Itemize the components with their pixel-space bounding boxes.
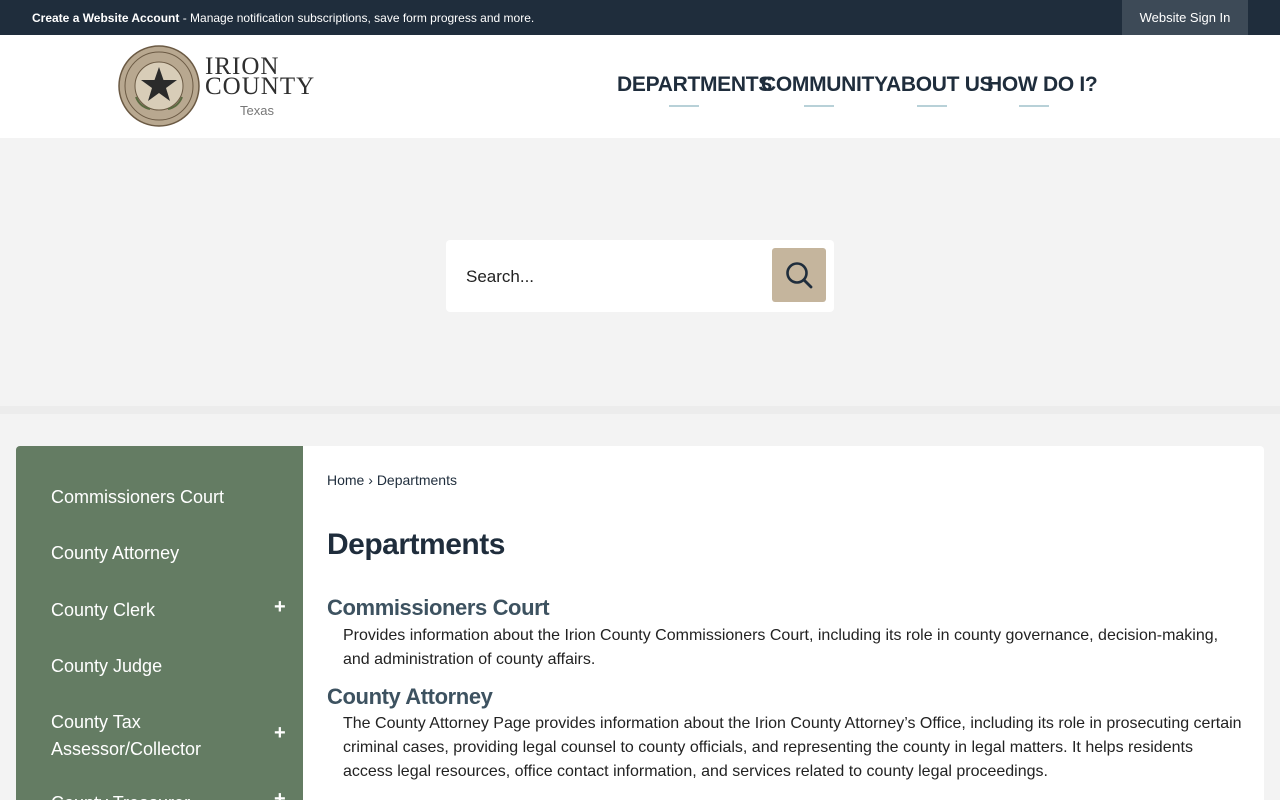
nav-community[interactable]: COMMUNITY — [761, 73, 888, 97]
department-description-county-attorney: The County Attorney Page provides inform… — [343, 715, 1242, 780]
nav-about-us[interactable]: ABOUT US — [886, 73, 994, 97]
nav-departments-underline — [669, 105, 699, 107]
department-description-commissioners-court: Provides information about the Irion Cou… — [343, 627, 1219, 668]
sidebar-item-county-judge[interactable]: County Judge — [51, 653, 291, 680]
department-title-county-attorney[interactable]: County Attorney — [327, 684, 493, 710]
breadcrumb: Home › Departments — [327, 472, 457, 488]
account-message: Create a Website Account - Manage notifi… — [32, 11, 534, 25]
breadcrumb-departments[interactable]: Departments — [377, 472, 457, 488]
nav-departments[interactable]: DEPARTMENTS — [617, 73, 772, 97]
expand-county-treasurer-icon[interactable]: + — [274, 788, 286, 800]
sidebar-item-county-tax-assessor-collector[interactable]: County Tax Assessor/Collector — [51, 709, 251, 763]
search-banner-divider — [0, 406, 1280, 414]
sidebar-item-commissioners-court[interactable]: Commissioners Court — [51, 484, 291, 511]
wordmark-texas: Texas — [240, 103, 274, 118]
nav-how-do-i-underline — [1019, 105, 1049, 107]
county-wordmark[interactable]: IRION COUNTY Texas — [205, 53, 325, 123]
breadcrumb-home[interactable]: Home — [327, 472, 364, 488]
search-banner — [0, 138, 1280, 406]
search-icon — [786, 262, 813, 289]
department-title-commissioners-court[interactable]: Commissioners Court — [327, 595, 550, 621]
wordmark-county: COUNTY — [205, 73, 316, 100]
sidebar-item-county-treasurer[interactable]: County Treasurer — [51, 790, 291, 800]
county-seal-logo[interactable] — [118, 45, 200, 127]
nav-how-do-i[interactable]: HOW DO I? — [987, 73, 1098, 97]
main-content: Home › Departments Departments Commissio… — [303, 446, 1264, 800]
expand-county-tax-assessor-icon[interactable]: + — [274, 722, 286, 745]
site-header: IRION COUNTY Texas DEPARTMENTS COMMUNITY… — [0, 35, 1280, 138]
search-box — [446, 240, 834, 312]
create-account-link[interactable]: Create a Website Account — [32, 11, 179, 25]
search-button[interactable] — [772, 248, 826, 302]
website-sign-in-button[interactable]: Website Sign In — [1122, 0, 1248, 35]
breadcrumb-separator: › — [368, 472, 373, 488]
sidebar-navigation: Commissioners Court County Attorney Coun… — [16, 446, 303, 800]
expand-county-clerk-icon[interactable]: + — [274, 596, 286, 619]
page-title: Departments — [327, 528, 505, 561]
account-message-text: - Manage notification subscriptions, sav… — [179, 11, 535, 25]
nav-about-us-underline — [917, 105, 947, 107]
nav-community-underline — [804, 105, 834, 107]
sidebar-item-county-clerk[interactable]: County Clerk — [51, 597, 291, 624]
sidebar-item-county-attorney[interactable]: County Attorney — [51, 540, 291, 567]
search-input[interactable] — [466, 262, 766, 292]
top-account-bar: Create a Website Account - Manage notifi… — [0, 0, 1280, 35]
